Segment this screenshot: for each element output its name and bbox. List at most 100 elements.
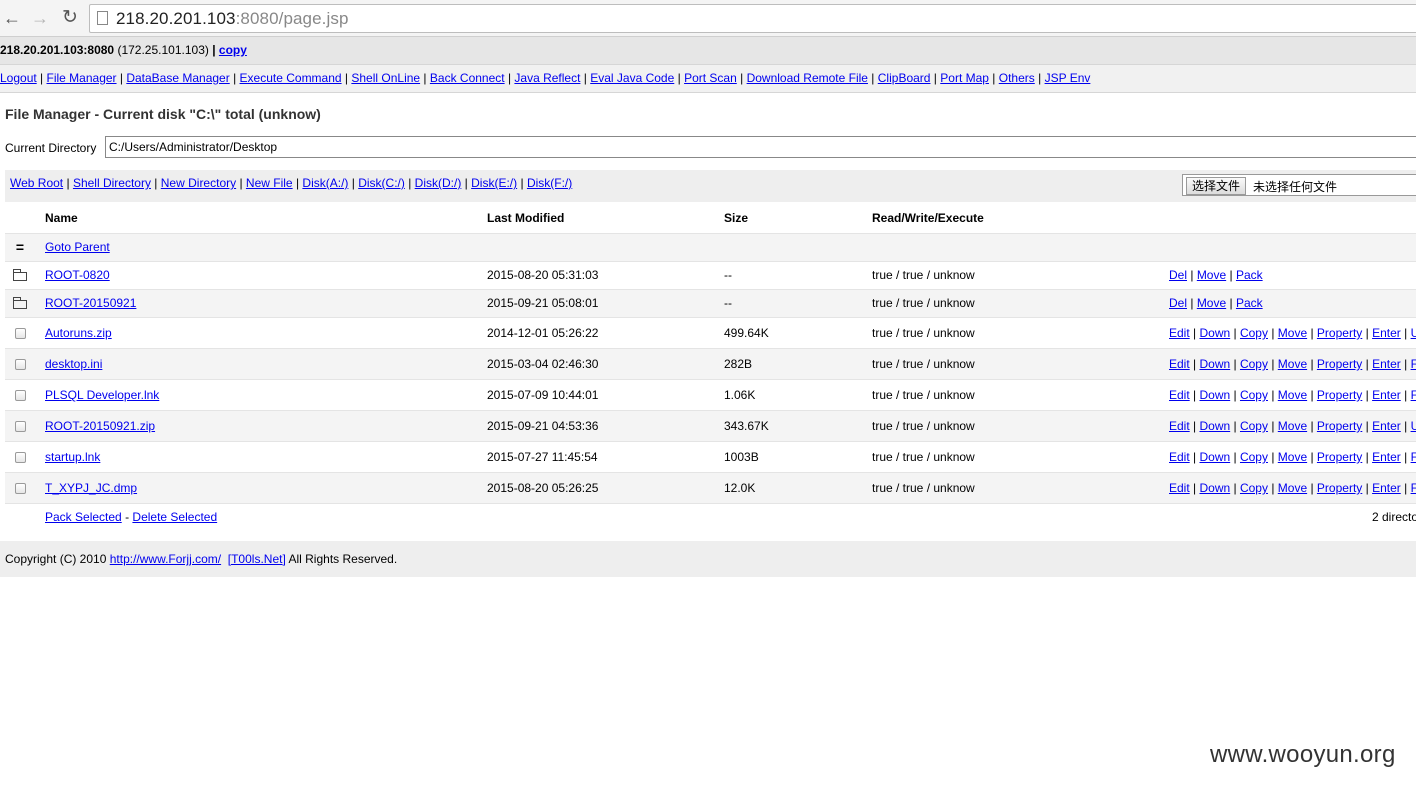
toolbar-link-new-directory[interactable]: New Directory — [161, 176, 236, 190]
action-down[interactable]: Down — [1199, 419, 1230, 433]
checkbox-box[interactable] — [14, 359, 26, 371]
delete-selected-link[interactable]: Delete Selected — [132, 510, 217, 524]
menu-download-remote-file[interactable]: Download Remote File — [747, 71, 868, 85]
action-copy[interactable]: Copy — [1240, 450, 1268, 464]
file-name-link[interactable]: desktop.ini — [45, 349, 102, 379]
action-copy[interactable]: Copy — [1240, 357, 1268, 371]
action-f[interactable]: F — [1411, 388, 1416, 402]
action-pack[interactable]: Pack — [1236, 296, 1263, 310]
choose-file-button[interactable]: 选择文件 — [1186, 177, 1247, 195]
menu-logout[interactable]: Logout — [0, 71, 37, 85]
menu-database-manager[interactable]: DataBase Manager — [126, 71, 229, 85]
file-name-link[interactable]: Autoruns.zip — [45, 318, 112, 348]
action-pack[interactable]: Pack — [1236, 268, 1263, 282]
action-move[interactable]: Move — [1278, 357, 1307, 371]
checkbox[interactable] — [11, 318, 29, 348]
file-name-link[interactable]: ROOT-20150921 — [45, 290, 136, 317]
action-u[interactable]: U — [1411, 419, 1416, 433]
action-edit[interactable]: Edit — [1169, 481, 1190, 495]
action-down[interactable]: Down — [1199, 450, 1230, 464]
toolbar-link-disk-c-[interactable]: Disk(C:/) — [358, 176, 405, 190]
menu-eval-java-code[interactable]: Eval Java Code — [590, 71, 674, 85]
action-u[interactable]: U — [1411, 326, 1416, 340]
reload-icon[interactable]: ↻ — [60, 8, 80, 28]
back-arrow-icon[interactable]: ← — [2, 8, 22, 28]
action-enter[interactable]: Enter — [1372, 419, 1401, 433]
action-enter[interactable]: Enter — [1372, 388, 1401, 402]
action-property[interactable]: Property — [1317, 419, 1362, 433]
toolbar-link-web-root[interactable]: Web Root — [10, 176, 63, 190]
checkbox-box[interactable] — [14, 452, 26, 464]
checkbox-box[interactable] — [14, 390, 26, 402]
file-upload[interactable]: 选择文件 未选择任何文件 — [1182, 174, 1416, 196]
menu-port-map[interactable]: Port Map — [940, 71, 989, 85]
checkbox[interactable] — [11, 380, 29, 410]
action-f[interactable]: F — [1411, 450, 1416, 464]
menu-others[interactable]: Others — [999, 71, 1035, 85]
action-property[interactable]: Property — [1317, 326, 1362, 340]
action-copy[interactable]: Copy — [1240, 388, 1268, 402]
toolbar-link-disk-d-[interactable]: Disk(D:/) — [415, 176, 462, 190]
action-copy[interactable]: Copy — [1240, 419, 1268, 433]
action-del[interactable]: Del — [1169, 296, 1187, 310]
action-enter[interactable]: Enter — [1372, 481, 1401, 495]
action-edit[interactable]: Edit — [1169, 450, 1190, 464]
checkbox[interactable] — [11, 442, 29, 472]
action-property[interactable]: Property — [1317, 450, 1362, 464]
file-name-link[interactable]: ROOT-0820 — [45, 262, 110, 289]
checkbox[interactable] — [11, 411, 29, 441]
toolbar-link-disk-e-[interactable]: Disk(E:/) — [471, 176, 517, 190]
checkbox-box[interactable] — [14, 328, 26, 340]
checkbox-box[interactable] — [14, 421, 26, 433]
action-move[interactable]: Move — [1197, 268, 1226, 282]
action-edit[interactable]: Edit — [1169, 388, 1190, 402]
action-property[interactable]: Property — [1317, 481, 1362, 495]
copy-link[interactable]: copy — [219, 43, 247, 57]
action-edit[interactable]: Edit — [1169, 326, 1190, 340]
action-f[interactable]: F — [1411, 481, 1416, 495]
toolbar-link-shell-directory[interactable]: Shell Directory — [73, 176, 151, 190]
action-copy[interactable]: Copy — [1240, 326, 1268, 340]
toolbar-link-disk-f-[interactable]: Disk(F:/) — [527, 176, 572, 190]
action-f[interactable]: F — [1411, 357, 1416, 371]
forward-arrow-icon[interactable]: → — [30, 8, 50, 28]
action-down[interactable]: Down — [1199, 357, 1230, 371]
checkbox[interactable] — [11, 473, 29, 503]
action-enter[interactable]: Enter — [1372, 450, 1401, 464]
file-name-link[interactable]: startup.lnk — [45, 442, 100, 472]
checkbox[interactable] — [11, 349, 29, 379]
t00ls-link[interactable]: [T00ls.Net] — [228, 552, 286, 566]
action-del[interactable]: Del — [1169, 268, 1187, 282]
action-move[interactable]: Move — [1278, 326, 1307, 340]
address-bar[interactable]: 218.20.201.103:8080/page.jsp — [89, 4, 1416, 33]
menu-port-scan[interactable]: Port Scan — [684, 71, 737, 85]
menu-file-manager[interactable]: File Manager — [47, 71, 117, 85]
goto-parent-link[interactable]: Goto Parent — [45, 234, 110, 261]
menu-java-reflect[interactable]: Java Reflect — [514, 71, 580, 85]
action-move[interactable]: Move — [1278, 388, 1307, 402]
menu-shell-online[interactable]: Shell OnLine — [351, 71, 420, 85]
action-down[interactable]: Down — [1199, 388, 1230, 402]
forjj-link[interactable]: http://www.Forjj.com/ — [110, 552, 221, 566]
menu-clipboard[interactable]: ClipBoard — [878, 71, 931, 85]
action-move[interactable]: Move — [1278, 419, 1307, 433]
checkbox-box[interactable] — [14, 483, 26, 495]
toolbar-link-disk-a-[interactable]: Disk(A:/) — [302, 176, 348, 190]
action-edit[interactable]: Edit — [1169, 357, 1190, 371]
action-copy[interactable]: Copy — [1240, 481, 1268, 495]
action-enter[interactable]: Enter — [1372, 357, 1401, 371]
action-property[interactable]: Property — [1317, 388, 1362, 402]
action-property[interactable]: Property — [1317, 357, 1362, 371]
action-edit[interactable]: Edit — [1169, 419, 1190, 433]
file-name-link[interactable]: T_XYPJ_JC.dmp — [45, 473, 137, 503]
toolbar-link-new-file[interactable]: New File — [246, 176, 293, 190]
address-url[interactable]: 218.20.201.103:8080/page.jsp — [116, 9, 349, 29]
action-enter[interactable]: Enter — [1372, 326, 1401, 340]
action-move[interactable]: Move — [1197, 296, 1226, 310]
menu-execute-command[interactable]: Execute Command — [240, 71, 342, 85]
current-directory-input[interactable] — [105, 136, 1416, 158]
file-name-link[interactable]: PLSQL Developer.lnk — [45, 380, 159, 410]
menu-jsp-env[interactable]: JSP Env — [1045, 71, 1091, 85]
action-down[interactable]: Down — [1199, 481, 1230, 495]
action-move[interactable]: Move — [1278, 450, 1307, 464]
